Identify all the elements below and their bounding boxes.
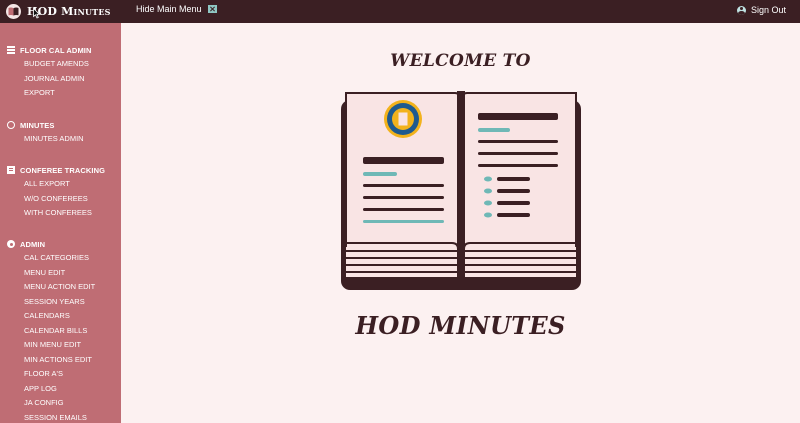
app-brand[interactable]: HOD MINUTES (0, 0, 121, 23)
sidebar-item-floor-as[interactable]: FLOOR A'S (0, 367, 121, 382)
sidebar-item-session-emails[interactable]: SESSION EMAILS (0, 411, 121, 423)
sidebar-item-min-actions-edit[interactable]: MIN ACTIONS EDIT (0, 353, 121, 368)
sidebar-section-label: ADMIN (20, 239, 46, 249)
sidebar-section-label: MINUTES (20, 120, 55, 130)
sign-out-button[interactable]: Sign Out (736, 5, 786, 15)
sidebar-item-menu-edit[interactable]: MENU EDIT (0, 266, 121, 281)
sidebar: FLOOR CAL ADMIN BUDGET AMENDS JOURNAL AD… (0, 23, 121, 423)
sidebar-item-cal-categories[interactable]: CAL CATEGORIES (0, 251, 121, 266)
sidebar-item-menu-action-edit[interactable]: MENU ACTION EDIT (0, 280, 121, 295)
sidebar-section-header[interactable]: ADMIN (0, 238, 121, 250)
sidebar-item-app-log[interactable]: APP LOG (0, 382, 121, 397)
user-icon (736, 5, 746, 15)
open-book-illustration (341, 91, 581, 290)
sidebar-section-conferee-tracking: CONFEREE TRACKING ALL EXPORT W/O CONFERE… (0, 164, 121, 221)
sidebar-item-ja-config[interactable]: JA CONFIG (0, 396, 121, 411)
sidebar-item-minutes-admin[interactable]: MINUTES ADMIN (0, 132, 121, 147)
sidebar-item-with-conferees[interactable]: WITH CONFEREES (0, 206, 121, 221)
sidebar-section-minutes: MINUTES MINUTES ADMIN (0, 119, 121, 147)
close-box-icon (207, 5, 217, 13)
gear-icon (7, 240, 15, 248)
welcome-heading: WELCOME TO (390, 51, 531, 71)
sign-out-label: Sign Out (750, 5, 786, 15)
sidebar-section-header[interactable]: MINUTES (0, 119, 121, 131)
sidebar-item-all-export[interactable]: ALL EXPORT (0, 177, 121, 192)
sidebar-item-min-menu-edit[interactable]: MIN MENU EDIT (0, 338, 121, 353)
mouse-cursor-icon (33, 8, 41, 19)
sidebar-section-label: CONFEREE TRACKING (20, 165, 106, 175)
document-icon (7, 166, 15, 174)
circle-icon (7, 121, 15, 129)
sidebar-item-wo-conferees[interactable]: W/O CONFEREES (0, 192, 121, 207)
sidebar-section-header[interactable]: CONFEREE TRACKING (0, 164, 121, 176)
app-name-heading: HOD MINUTES (355, 311, 566, 340)
hide-main-menu-label: Hide Main Menu (136, 4, 202, 14)
sidebar-item-session-years[interactable]: SESSION YEARS (0, 295, 121, 310)
hide-main-menu-button[interactable]: Hide Main Menu (136, 4, 217, 14)
sidebar-item-export[interactable]: EXPORT (0, 86, 121, 101)
book-logo-icon (6, 4, 21, 19)
sidebar-item-journal-admin[interactable]: JOURNAL ADMIN (0, 72, 121, 87)
